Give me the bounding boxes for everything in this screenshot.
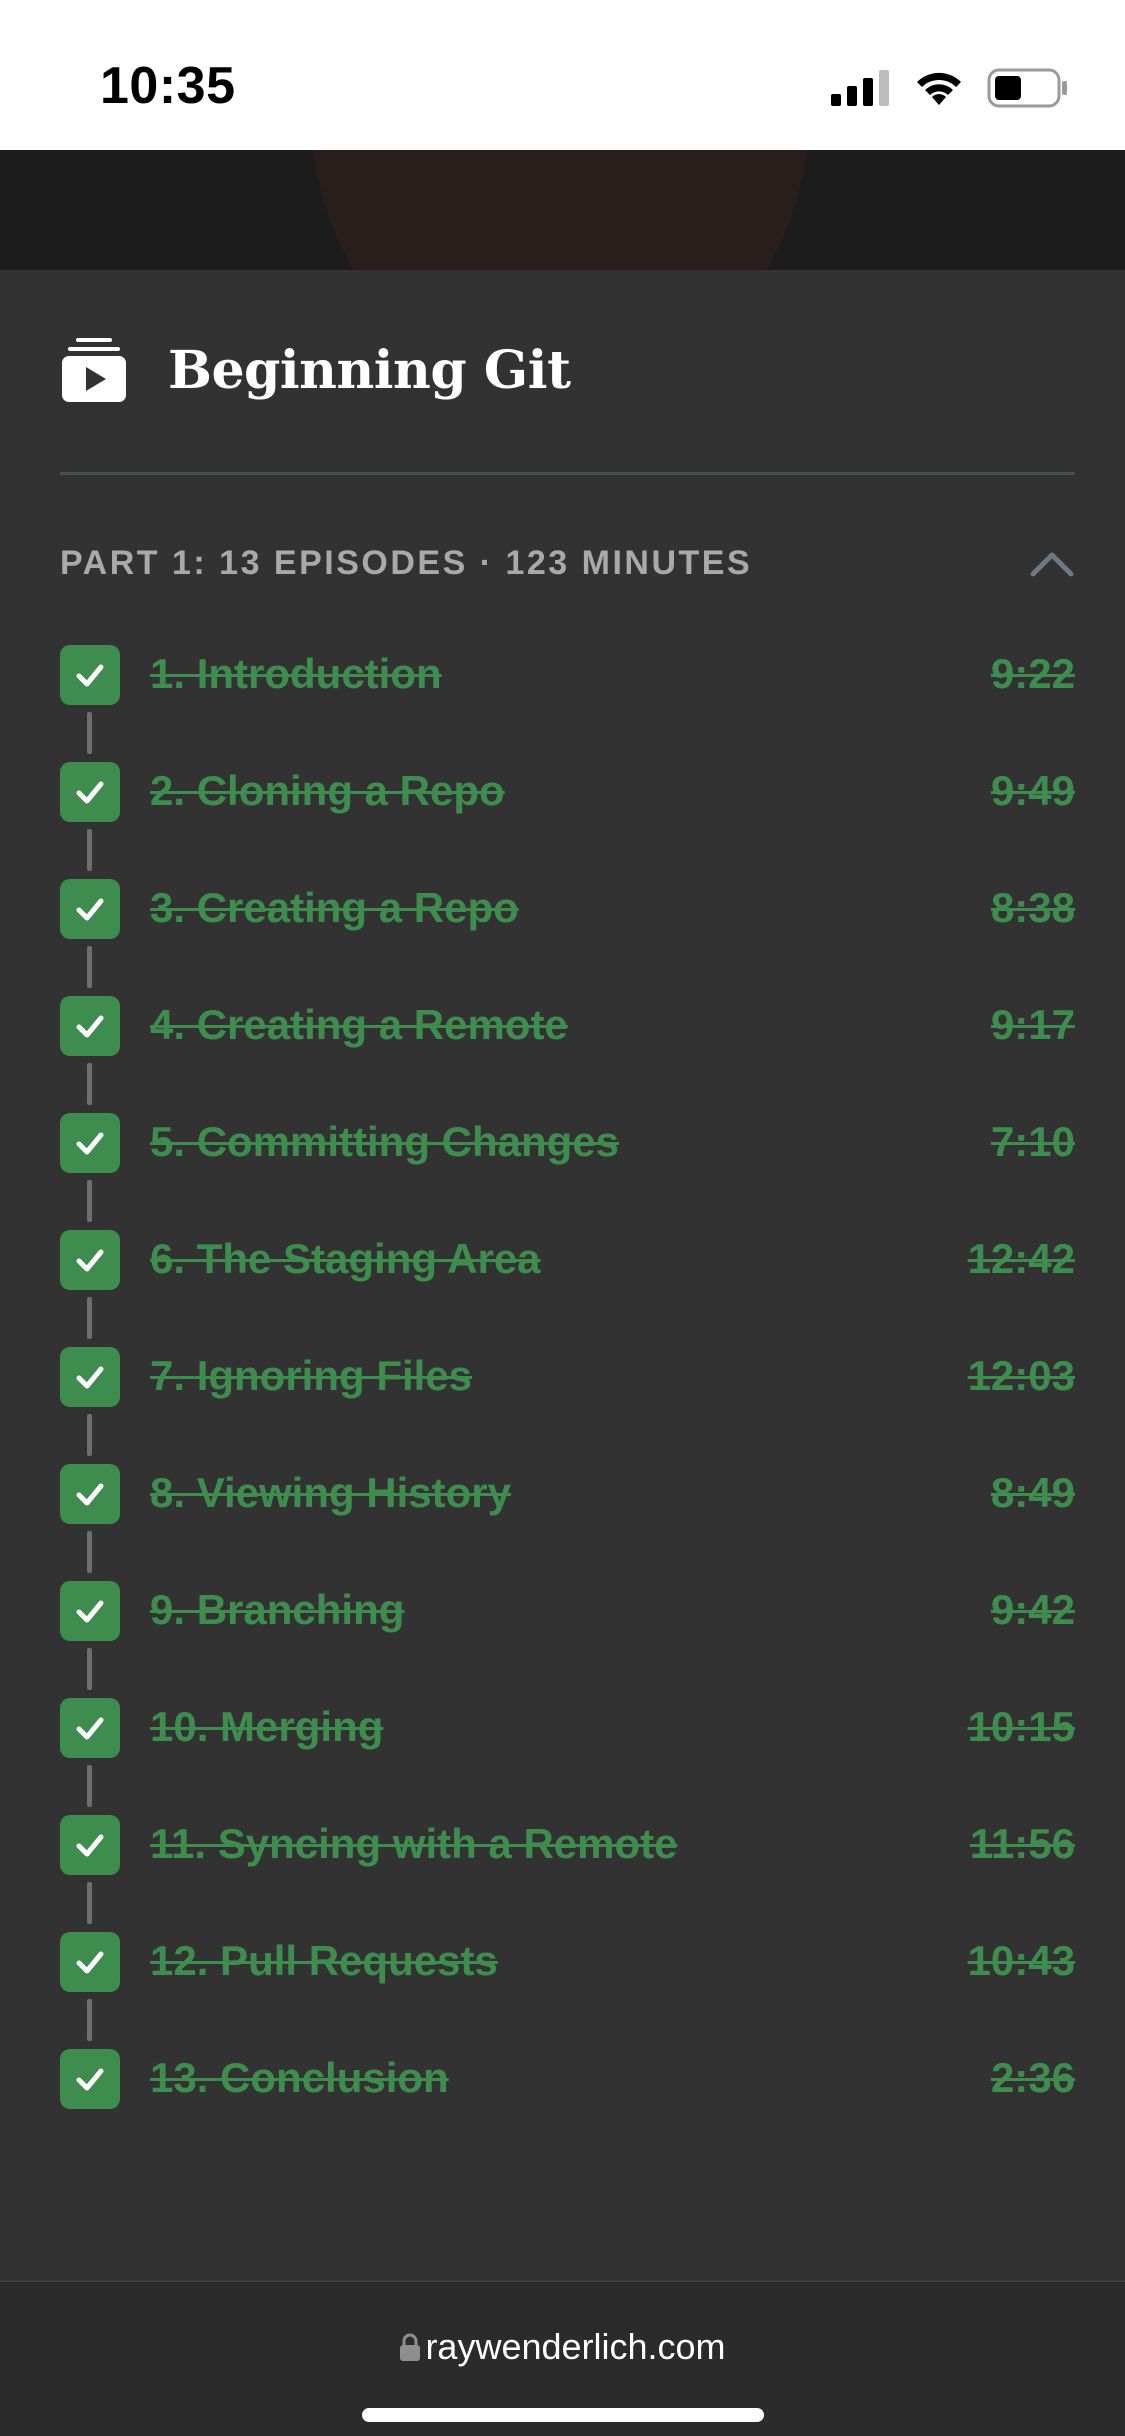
episode-duration: 12:03 [967,1352,1075,1399]
completed-checkbox[interactable] [60,2049,120,2109]
episode-connector [87,1765,92,1807]
divider [60,472,1075,475]
completed-checkbox[interactable] [60,1932,120,1992]
status-time: 10:35 [100,57,236,115]
episode-title: 4. Creating a Remote [150,1001,568,1048]
episode-title: 7. Ignoring Files [150,1352,473,1399]
episode-duration: 9:22 [990,650,1075,697]
episode-title: 9. Branching [150,1586,405,1633]
episode-title: 8. Viewing History [150,1469,511,1516]
episode-row[interactable]: 10. Merging 10:15 [60,1693,1075,1807]
signal-icon [831,70,889,106]
completed-checkbox[interactable] [60,996,120,1056]
episode-title: 3. Creating a Repo [150,884,519,931]
episode-connector [87,712,92,754]
episode-row[interactable]: 2. Cloning a Repo 9:49 [60,757,1075,871]
checkmark-icon [76,1834,104,1857]
episode-row[interactable]: 5. Committing Changes 7:10 [60,1108,1075,1222]
episode-row[interactable]: 9. Branching 9:42 [60,1576,1075,1690]
episode-title: 6. The Staging Area [150,1235,541,1282]
episode-title: 5. Committing Changes [150,1118,620,1165]
checkmark-icon [76,1600,104,1623]
checkmark-icon [76,664,104,687]
status-bar: 10:35 [0,0,1125,150]
completed-checkbox[interactable] [60,1113,120,1173]
episode-connector [87,1882,92,1924]
checkmark-icon [76,1015,104,1038]
episode-title: 12. Pull Requests [150,1937,498,1984]
episode-duration: 2:36 [990,2054,1075,2101]
episode-row[interactable]: 6. The Staging Area 12:42 [60,1225,1075,1339]
episode-row[interactable]: 1. Introduction 9:22 [60,640,1075,754]
completed-checkbox[interactable] [60,1815,120,1875]
episode-row[interactable]: 12. Pull Requests 10:43 [60,1927,1075,2041]
course-header: Beginning Git [60,330,1070,410]
episode-connector [87,1999,92,2041]
episode-duration: 9:49 [990,767,1075,814]
completed-checkbox[interactable] [60,645,120,705]
course-hero-image [0,150,1125,270]
completed-checkbox[interactable] [60,1230,120,1290]
checkmark-icon [76,1483,104,1506]
episode-duration: 8:38 [990,884,1075,931]
part-header[interactable]: PART 1: 13 EPISODES · 123 MINUTES [60,540,1075,586]
video-playlist-icon [62,338,126,402]
battery-icon [987,68,1067,108]
episode-connector [87,1414,92,1456]
completed-checkbox[interactable] [60,1347,120,1407]
episode-connector [87,1531,92,1573]
episode-title: 10. Merging [150,1703,384,1750]
episode-connector [87,1063,92,1105]
completed-checkbox[interactable] [60,762,120,822]
part-label: PART 1: 13 EPISODES · 123 MINUTES [60,544,753,582]
checkmark-icon [76,1717,104,1740]
episode-row[interactable]: 4. Creating a Remote 9:17 [60,991,1075,1105]
episode-duration: 8:49 [990,1469,1075,1516]
episode-duration: 9:17 [990,1001,1075,1048]
episode-title: 13. Conclusion [150,2054,449,2101]
episode-connector [87,1648,92,1690]
hero-artwork [310,150,810,270]
completed-checkbox[interactable] [60,1464,120,1524]
checkmark-icon [76,898,104,921]
completed-checkbox[interactable] [60,879,120,939]
lock-icon [400,2333,421,2361]
url-display[interactable]: raywenderlich.com [0,2322,1125,2372]
browser-url-bar[interactable]: raywenderlich.com [0,2280,1125,2436]
episode-connector [87,946,92,988]
episode-connector [87,829,92,871]
episode-duration: 10:15 [967,1703,1075,1750]
episode-row[interactable]: 7. Ignoring Files 12:03 [60,1342,1075,1456]
checkmark-icon [76,1366,104,1389]
episode-duration: 12:42 [967,1235,1075,1282]
url-text: raywenderlich.com [425,2326,726,2367]
episode-row[interactable]: 3. Creating a Repo 8:38 [60,874,1075,988]
checkmark-icon [76,781,104,804]
wifi-icon [917,72,961,105]
checkmark-icon [76,1951,104,1974]
completed-checkbox[interactable] [60,1581,120,1641]
episode-title: 1. Introduction [150,650,442,697]
episode-row[interactable]: 8. Viewing History 8:49 [60,1459,1075,1573]
episode-row[interactable]: 11. Syncing with a Remote 11:56 [60,1810,1075,1924]
episode-row[interactable]: 13. Conclusion 2:36 [60,2044,1075,2114]
episode-duration: 9:42 [990,1586,1075,1633]
status-icons [831,66,1069,110]
episode-title: 11. Syncing with a Remote [150,1820,678,1867]
course-title: Beginning Git [168,339,571,401]
home-indicator[interactable] [362,2408,764,2422]
episode-duration: 10:43 [967,1937,1075,1984]
episode-connector [87,1180,92,1222]
completed-checkbox[interactable] [60,1698,120,1758]
episode-duration: 11:56 [969,1820,1075,1867]
checkmark-icon [76,1249,104,1272]
episode-duration: 7:10 [990,1118,1075,1165]
checkmark-icon [76,2068,104,2091]
chevron-up-icon[interactable] [1029,540,1075,586]
episode-title: 2. Cloning a Repo [150,767,505,814]
checkmark-icon [76,1132,104,1155]
episode-connector [87,1297,92,1339]
